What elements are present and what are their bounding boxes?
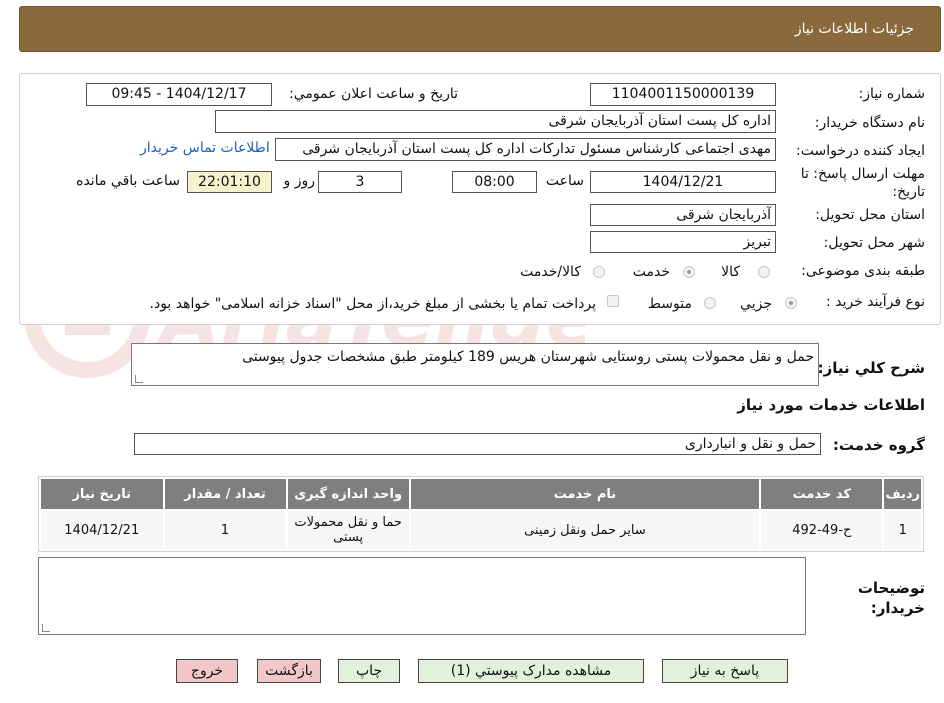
page-title: جزئیات اطلاعات نیاز	[794, 21, 914, 37]
reply-button[interactable]: پاسخ به نیاز	[662, 659, 788, 683]
announce-label: تاریخ و ساعت اعلان عمومي:	[289, 86, 458, 102]
buyer-notes-textarea[interactable]	[38, 557, 806, 635]
deadline-time-field: 08:00	[452, 171, 537, 193]
services-title: اطلاعات خدمات مورد نياز	[737, 396, 925, 414]
service-group-label: گروه خدمت:	[832, 436, 925, 454]
buyer-org-field: اداره کل پست استان آذربایجان شرقی	[215, 110, 776, 133]
cell-row-number: 1	[884, 511, 921, 549]
cell-need-date: 1404/12/21	[41, 511, 163, 549]
description-label: شرح كلي نياز:	[817, 359, 925, 377]
treasury-checkbox[interactable]	[607, 295, 619, 307]
process-radio-medium[interactable]	[704, 297, 716, 309]
view-attachments-button[interactable]: مشاهده مدارک پیوستي (1)	[418, 659, 644, 683]
city-label: شهر محل تحویل:	[823, 235, 925, 251]
province-label: استان محل تحویل:	[815, 207, 925, 223]
col-need-date: تاريخ نياز	[41, 479, 163, 509]
buyer-org-label: نام دستگاه خريدار:	[814, 115, 925, 131]
col-unit: واحد اندازه گيری	[287, 479, 409, 509]
city-field: تبریز	[590, 231, 776, 253]
cell-service-code: ح-49-492	[761, 511, 883, 549]
col-service-name: نام خدمت	[410, 479, 760, 509]
services-table: رديف كد خدمت نام خدمت واحد اندازه گيری ت…	[38, 476, 924, 552]
col-quantity: تعداد / مقدار	[164, 479, 286, 509]
page-header: جزئیات اطلاعات نیاز	[19, 6, 941, 52]
resize-grip-icon[interactable]	[135, 375, 143, 383]
description-text: حمل و نقل محمولات پستی روستایی شهرستان ه…	[242, 349, 814, 365]
deadline-time-label: ساعت	[545, 173, 584, 189]
print-button[interactable]: چاپ	[338, 659, 400, 683]
description-textarea: حمل و نقل محمولات پستی روستایی شهرستان ه…	[131, 343, 819, 386]
cell-unit: حما و نقل محمولات پستی	[287, 511, 409, 549]
process-label: نوع فرآيند خريد :	[826, 294, 925, 310]
need-number-field: 1104001150000139	[590, 83, 776, 106]
category-radio-service[interactable]	[683, 266, 695, 278]
service-group-field: حمل و نقل و انبارداری	[134, 433, 821, 455]
need-number-label: شماره نیاز:	[858, 86, 926, 102]
deadline-date-field: 1404/12/21	[590, 171, 776, 193]
category-radio-goods[interactable]	[758, 266, 770, 278]
creator-label: ايجاد كننده درخواست:	[796, 143, 925, 159]
col-service-code: كد خدمت	[761, 479, 883, 509]
creator-field: مهدی اجتماعی کارشناس مسئول تدارکات اداره…	[275, 138, 776, 161]
process-option-minor: جزيي	[740, 296, 772, 312]
process-radio-minor[interactable]	[785, 297, 797, 309]
exit-button[interactable]: خروج	[176, 659, 238, 683]
announce-field: 1404/12/17 - 09:45	[86, 83, 272, 106]
days-label: روز و	[283, 173, 316, 189]
province-field: آذربایجان شرقی	[590, 204, 776, 226]
resize-grip-icon[interactable]	[42, 624, 50, 632]
cell-service-name: سایر حمل ونقل زمینی	[410, 511, 760, 549]
cell-quantity: 1	[164, 511, 286, 549]
table-header-row: رديف كد خدمت نام خدمت واحد اندازه گيری ت…	[41, 479, 921, 509]
buyer-notes-label: توضیحات خریدار:	[857, 579, 925, 617]
category-option-service: خدمت	[632, 264, 670, 280]
category-option-goods-service: كالا/خدمت	[520, 264, 581, 280]
table-row: 1 ح-49-492 سایر حمل ونقل زمینی حما و نقل…	[41, 511, 921, 549]
remaining-label: ساعت باقي مانده	[76, 173, 180, 189]
days-field: 3	[318, 171, 402, 193]
process-option-medium: متوسط	[648, 296, 692, 312]
back-button[interactable]: بازگشت	[257, 659, 321, 683]
col-row-number: رديف	[884, 479, 921, 509]
buyer-contact-link[interactable]: اطلاعات تماس خريدار	[140, 140, 270, 156]
remaining-time-field: 22:01:10	[187, 171, 272, 193]
category-option-goods: كالا	[721, 264, 740, 280]
deadline-label: مهلت ارسال پاسخ: تا تاريخ:	[800, 166, 925, 200]
category-radio-goods-service[interactable]	[593, 266, 605, 278]
payment-note: پرداخت تمام یا بخشی از مبلغ خرید،از محل …	[149, 296, 596, 312]
category-label: طبقه بندی موضوعی:	[801, 263, 925, 279]
